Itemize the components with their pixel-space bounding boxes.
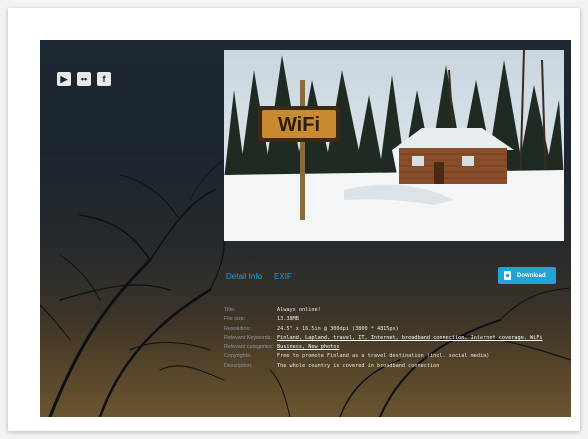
detail-value: Free to promote Finland as a travel dest… [277,353,490,360]
download-button[interactable]: Download [498,267,556,284]
photo-detail-panel: ▶ •• f WiFi Detail Info EXIF Download Ti… [40,40,571,417]
detail-label: Description: [224,362,253,369]
detail-value: The whole country is covered in broadban… [277,362,440,369]
table-row: Title: Always online! [224,306,564,315]
download-label: Download [517,272,546,279]
detail-value: Always online! [277,307,321,313]
wifi-sign-text: WiFi [278,114,320,136]
detail-value: 24.5" x 16.5in @ 300dpi (3800 * 4815px) [277,325,399,332]
category-links[interactable]: Business, New photos [277,343,564,352]
table-row: Copyrights: Free to promote Finland as a… [224,352,564,361]
keyword-links[interactable]: Finland, Lapland, travel, IT, Internet, … [277,334,564,343]
table-row: Description: The whole country is covere… [224,362,564,371]
youtube-icon[interactable]: ▶ [57,72,71,86]
facebook-icon[interactable]: f [97,72,111,86]
flickr-icon[interactable]: •• [77,72,91,86]
detail-label: Relevant Keywords: [224,334,272,341]
download-icon [504,271,511,280]
detail-tabs: Detail Info EXIF [226,272,292,281]
tab-exif[interactable]: EXIF [274,272,292,281]
detail-value: 13.38MB [277,316,299,323]
table-row: Resolution: 24.5" x 16.5in @ 300dpi (380… [224,325,564,334]
detail-label: Relevant categories: [224,344,274,351]
social-links: ▶ •• f [57,72,111,86]
detail-label: Title: [224,307,236,313]
table-row: Relevant Keywords: Finland, Lapland, tra… [224,334,564,343]
main-photo[interactable]: WiFi [224,50,564,241]
detail-label: File size: [224,316,246,323]
tab-detail-info[interactable]: Detail Info [226,272,262,281]
detail-label: Resolution: [224,325,251,332]
table-row: File size: 13.38MB [224,315,564,324]
table-row: Relevant categories: Business, New photo… [224,343,564,352]
photo-details-table: Title: Always online! File size: 13.38MB… [224,306,564,371]
detail-label: Copyrights: [224,353,252,360]
